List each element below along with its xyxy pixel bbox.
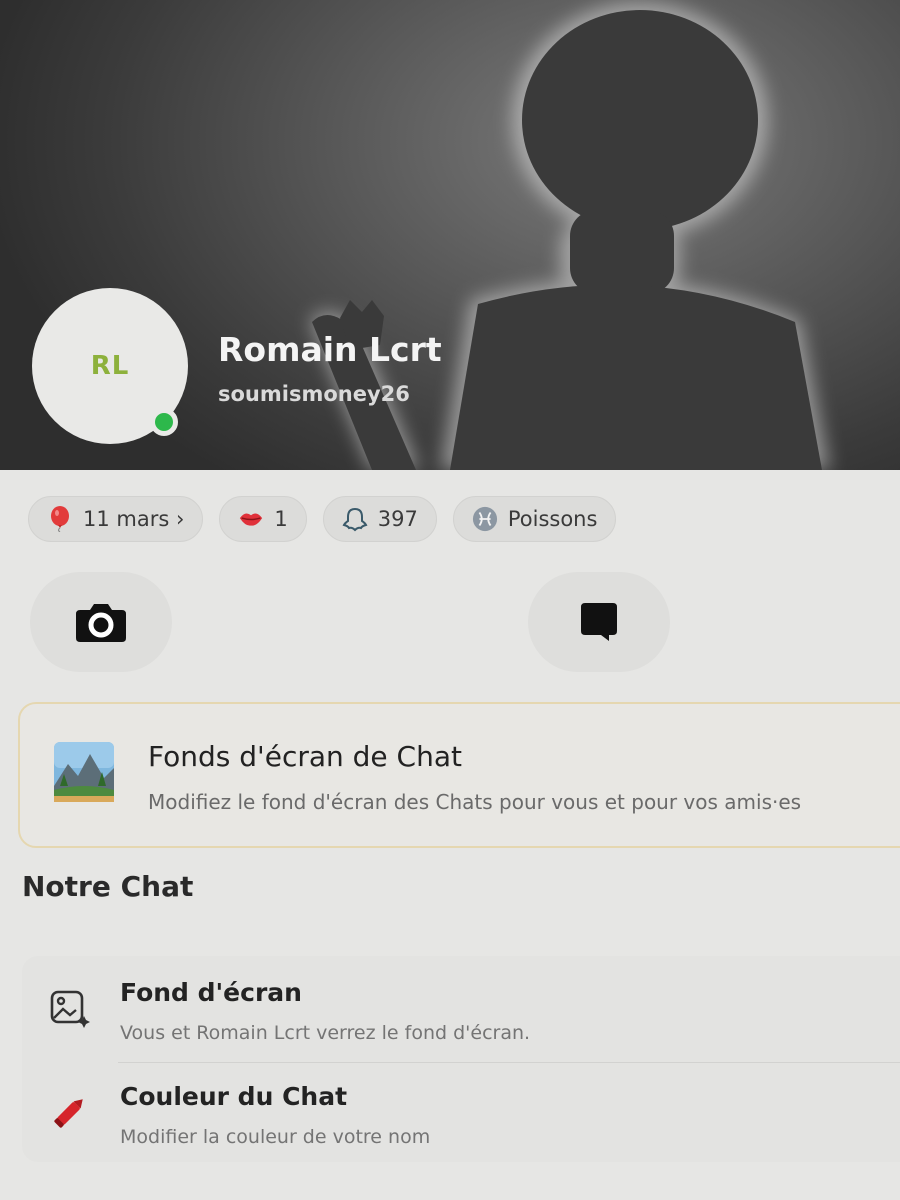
friends-chip[interactable]: 397 — [322, 496, 437, 542]
profile-header: RL Romain Lcrt soumismoney26 — [0, 0, 900, 470]
avatar-initials: RL — [90, 351, 130, 381]
zodiac-icon — [472, 506, 498, 532]
camera-icon — [76, 604, 126, 642]
ghost-icon — [342, 506, 368, 532]
chat-color-setting-row[interactable]: Couleur du Chat Modifier la couleur de v… — [22, 1064, 900, 1164]
promo-title: Fonds d'écran de Chat — [148, 740, 462, 773]
display-name: Romain Lcrt — [218, 330, 442, 369]
friends-count: 397 — [377, 507, 418, 531]
wallpaper-image-icon — [50, 990, 90, 1028]
balloon-icon — [47, 506, 73, 532]
wallpaper-setting-title: Fond d'écran — [120, 978, 302, 1007]
section-title: Notre Chat — [22, 870, 194, 903]
birthday-chip[interactable]: 11 mars › — [28, 496, 204, 542]
streak-chip[interactable]: 1 — [219, 496, 307, 542]
chat-button[interactable] — [528, 572, 670, 672]
profile-chips: 11 mars › 1 397 Poissons — [28, 496, 617, 542]
camera-button[interactable] — [30, 572, 172, 672]
chat-wallpaper-promo-card[interactable]: Fonds d'écran de Chat Modifiez le fond d… — [18, 702, 900, 848]
promo-subtitle: Modifiez le fond d'écran des Chats pour … — [148, 790, 802, 814]
row-divider — [118, 1062, 900, 1063]
online-status-dot — [150, 408, 178, 436]
chat-color-setting-title: Couleur du Chat — [120, 1082, 348, 1111]
zodiac-chip[interactable]: Poissons — [452, 496, 617, 542]
zodiac-label: Poissons — [507, 507, 598, 531]
lips-icon — [238, 506, 264, 532]
chat-bubble-icon — [581, 603, 617, 641]
crayon-icon — [54, 1099, 83, 1128]
birthday-label: 11 mars › — [83, 507, 185, 531]
username: soumismoney26 — [218, 382, 410, 406]
wallpaper-setting-row[interactable]: Fond d'écran Vous et Romain Lcrt verrez … — [22, 960, 900, 1060]
streak-count: 1 — [274, 507, 288, 531]
wallpaper-thumbnail-icon — [54, 742, 114, 802]
chat-color-setting-subtitle: Modifier la couleur de votre nom — [120, 1126, 431, 1148]
our-chat-settings: Fond d'écran Vous et Romain Lcrt verrez … — [22, 956, 900, 1162]
wallpaper-setting-subtitle: Vous et Romain Lcrt verrez le fond d'écr… — [120, 1022, 531, 1044]
